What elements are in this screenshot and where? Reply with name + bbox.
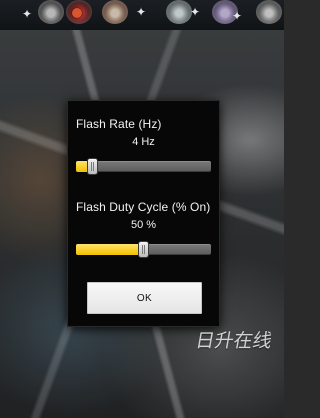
top-bar: ✦ ✦ ✦ ✦ — [0, 0, 284, 30]
app-icon[interactable] — [256, 0, 282, 24]
app-icon[interactable] — [166, 0, 192, 24]
app-icon[interactable] — [102, 0, 128, 24]
slider-fill — [76, 244, 144, 255]
ok-button[interactable]: OK — [87, 282, 202, 314]
notification-badge-icon — [72, 8, 82, 18]
sparkle-icon: ✦ — [190, 5, 201, 19]
flash-rate-value: 4 Hz — [132, 136, 155, 148]
app-icon[interactable] — [38, 0, 64, 24]
slider-thumb[interactable] — [139, 242, 148, 257]
sparkle-icon: ✦ — [232, 9, 243, 23]
duty-cycle-label: Flash Duty Cycle (% On) — [76, 200, 211, 214]
duty-cycle-value: 50 % — [130, 219, 157, 231]
flash-settings-dialog: Flash Rate (Hz) 4 Hz Flash Duty Cycle (%… — [67, 100, 220, 327]
slider-thumb[interactable] — [87, 159, 97, 174]
sparkle-icon: ✦ — [136, 5, 147, 19]
watermark: 日升在线 — [193, 330, 274, 352]
sparkle-icon: ✦ — [22, 7, 33, 21]
duty-cycle-slider[interactable] — [76, 242, 211, 257]
flash-rate-label: Flash Rate (Hz) — [76, 117, 162, 131]
flash-rate-slider[interactable] — [76, 159, 211, 174]
